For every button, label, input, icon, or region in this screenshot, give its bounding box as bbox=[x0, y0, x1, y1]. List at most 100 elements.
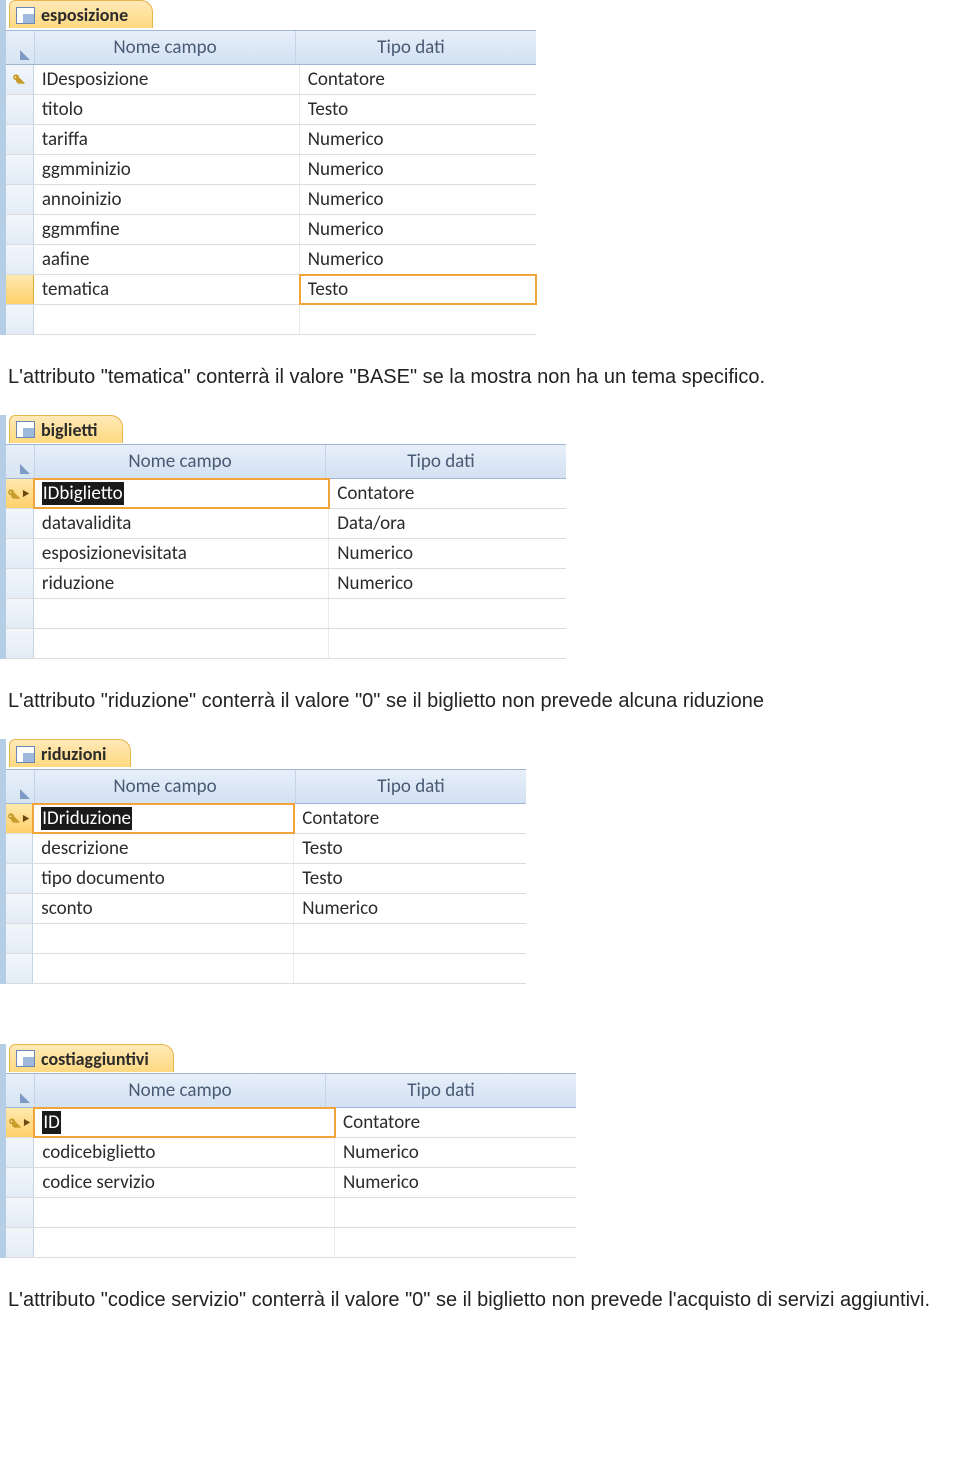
row-selector[interactable] bbox=[6, 509, 34, 538]
field-name[interactable]: titolo bbox=[34, 95, 300, 124]
row-selector[interactable] bbox=[6, 305, 34, 334]
table-row-empty[interactable] bbox=[6, 954, 526, 984]
field-name[interactable]: ggmmfine bbox=[34, 215, 300, 244]
field-name[interactable]: tematica bbox=[34, 275, 300, 304]
field-type[interactable]: Numerico bbox=[300, 185, 536, 214]
table-row[interactable]: ggmmfine Numerico bbox=[6, 215, 536, 245]
table-row-empty[interactable] bbox=[6, 305, 536, 335]
row-selector[interactable] bbox=[6, 245, 34, 274]
field-type[interactable]: Testo bbox=[294, 834, 526, 863]
col-header-type[interactable]: Tipo dati bbox=[296, 31, 526, 64]
field-name[interactable]: esposizionevisitata bbox=[34, 539, 329, 568]
row-selector-header[interactable] bbox=[6, 770, 35, 803]
row-selector[interactable] bbox=[6, 599, 34, 628]
row-selector[interactable] bbox=[6, 1198, 34, 1227]
field-name[interactable]: IDbiglietto bbox=[34, 479, 329, 508]
tab-esposizione[interactable]: esposizione bbox=[9, 0, 153, 28]
row-selector[interactable] bbox=[6, 1168, 34, 1197]
row-selector[interactable] bbox=[6, 65, 34, 94]
table-row[interactable]: tariffa Numerico bbox=[6, 125, 536, 155]
table-row[interactable]: IDesposizione Contatore bbox=[6, 65, 536, 95]
tab-riduzioni[interactable]: riduzioni bbox=[9, 739, 131, 767]
field-name[interactable]: datavalidita bbox=[34, 509, 329, 538]
col-header-type[interactable]: Tipo dati bbox=[326, 445, 556, 478]
row-selector[interactable] bbox=[6, 185, 34, 214]
field-type[interactable]: Contatore bbox=[294, 804, 526, 833]
row-selector-header[interactable] bbox=[6, 31, 35, 64]
field-type[interactable]: Contatore bbox=[335, 1108, 576, 1137]
table-row[interactable]: aafine Numerico bbox=[6, 245, 536, 275]
field-name[interactable]: sconto bbox=[33, 894, 294, 923]
col-header-type[interactable]: Tipo dati bbox=[326, 1074, 556, 1107]
field-type[interactable]: Contatore bbox=[300, 65, 536, 94]
field-type[interactable]: Numerico bbox=[300, 155, 536, 184]
field-type[interactable]: Numerico bbox=[300, 125, 536, 154]
row-selector[interactable] bbox=[6, 894, 33, 923]
table-row-empty[interactable] bbox=[6, 1198, 576, 1228]
field-type[interactable]: Data/ora bbox=[329, 509, 566, 538]
row-selector[interactable] bbox=[6, 539, 34, 568]
field-type[interactable]: Numerico bbox=[294, 894, 526, 923]
row-selector[interactable] bbox=[6, 479, 34, 508]
field-type[interactable]: Testo bbox=[294, 864, 526, 893]
table-row[interactable]: annoinizio Numerico bbox=[6, 185, 536, 215]
row-selector[interactable] bbox=[6, 629, 34, 658]
col-header-name[interactable]: Nome campo bbox=[35, 445, 326, 478]
field-name[interactable]: aafine bbox=[34, 245, 300, 274]
row-selector[interactable] bbox=[6, 864, 33, 893]
row-selector[interactable] bbox=[6, 834, 33, 863]
row-selector[interactable] bbox=[6, 155, 34, 184]
row-selector[interactable] bbox=[6, 924, 33, 953]
table-row[interactable]: ID Contatore bbox=[6, 1108, 576, 1138]
row-selector[interactable] bbox=[6, 95, 34, 124]
field-name[interactable]: tipo documento bbox=[33, 864, 294, 893]
field-name[interactable]: riduzione bbox=[34, 569, 329, 598]
table-row-empty[interactable] bbox=[6, 924, 526, 954]
row-selector[interactable] bbox=[6, 275, 34, 304]
table-row[interactable]: titolo Testo bbox=[6, 95, 536, 125]
table-row-empty[interactable] bbox=[6, 1228, 576, 1258]
field-type[interactable] bbox=[300, 305, 536, 334]
table-row[interactable]: ggmminizio Numerico bbox=[6, 155, 536, 185]
row-selector[interactable] bbox=[6, 569, 34, 598]
row-selector[interactable] bbox=[6, 125, 34, 154]
field-type[interactable]: Numerico bbox=[335, 1168, 576, 1197]
field-type[interactable]: Numerico bbox=[329, 569, 566, 598]
table-row[interactable]: descrizione Testo bbox=[6, 834, 526, 864]
col-header-type[interactable]: Tipo dati bbox=[296, 770, 526, 803]
tab-costiaggiuntivi[interactable]: costiaggiuntivi bbox=[9, 1044, 174, 1072]
table-row[interactable]: tematica Testo bbox=[6, 275, 536, 305]
field-type[interactable]: Contatore bbox=[329, 479, 566, 508]
row-selector[interactable] bbox=[6, 215, 34, 244]
table-row[interactable]: riduzione Numerico bbox=[6, 569, 566, 599]
row-selector[interactable] bbox=[6, 1228, 34, 1257]
field-name[interactable]: annoinizio bbox=[34, 185, 300, 214]
row-selector[interactable] bbox=[6, 804, 33, 833]
field-name[interactable]: IDriduzione bbox=[33, 804, 294, 833]
row-selector[interactable] bbox=[6, 1108, 34, 1137]
table-row[interactable]: codicebiglietto Numerico bbox=[6, 1138, 576, 1168]
col-header-name[interactable]: Nome campo bbox=[35, 31, 296, 64]
field-name[interactable]: ID bbox=[34, 1108, 335, 1137]
table-row[interactable]: sconto Numerico bbox=[6, 894, 526, 924]
row-selector[interactable] bbox=[6, 954, 33, 983]
row-selector[interactable] bbox=[6, 1138, 34, 1167]
table-row-empty[interactable] bbox=[6, 629, 566, 659]
table-row[interactable]: codice servizio Numerico bbox=[6, 1168, 576, 1198]
field-name[interactable]: tariffa bbox=[34, 125, 300, 154]
field-type[interactable]: Numerico bbox=[300, 245, 536, 274]
field-name[interactable]: ggmminizio bbox=[34, 155, 300, 184]
col-header-name[interactable]: Nome campo bbox=[35, 770, 296, 803]
field-type[interactable]: Numerico bbox=[300, 215, 536, 244]
row-selector-header[interactable] bbox=[6, 445, 35, 478]
table-row[interactable]: esposizionevisitata Numerico bbox=[6, 539, 566, 569]
field-type[interactable]: Testo bbox=[300, 275, 536, 304]
field-name[interactable]: descrizione bbox=[33, 834, 294, 863]
table-row-empty[interactable] bbox=[6, 599, 566, 629]
col-header-name[interactable]: Nome campo bbox=[35, 1074, 326, 1107]
tab-biglietti[interactable]: biglietti bbox=[9, 415, 123, 443]
field-name[interactable] bbox=[34, 305, 300, 334]
table-row[interactable]: tipo documento Testo bbox=[6, 864, 526, 894]
table-row[interactable]: datavalidita Data/ora bbox=[6, 509, 566, 539]
row-selector-header[interactable] bbox=[6, 1074, 35, 1107]
